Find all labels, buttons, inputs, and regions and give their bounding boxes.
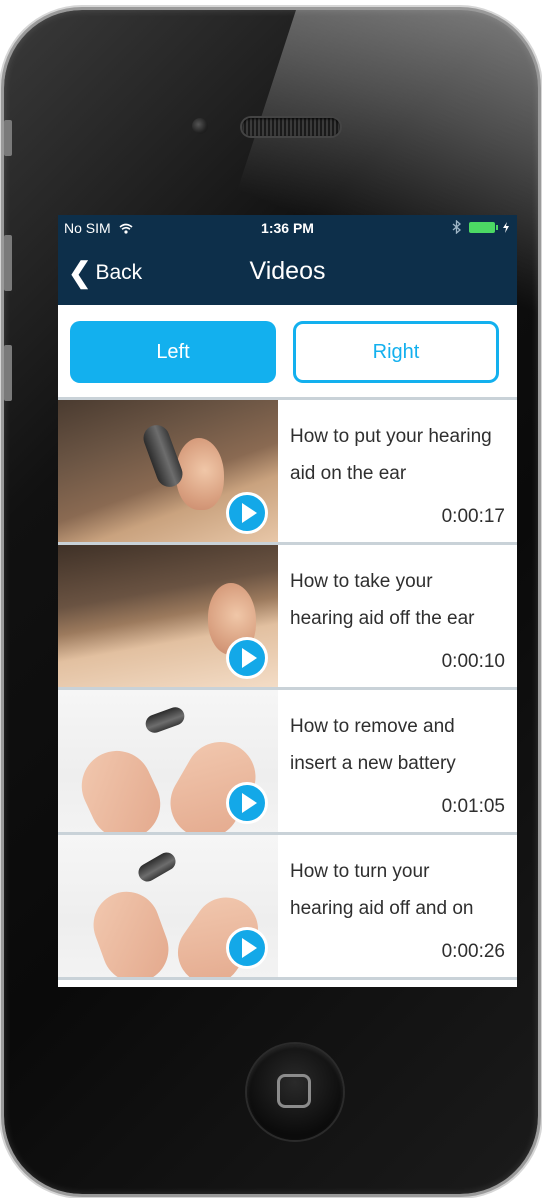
play-icon[interactable] <box>226 492 268 534</box>
video-title: How to turn your hearing aid off and on <box>290 861 474 919</box>
front-camera <box>192 118 208 134</box>
status-time: 1:36 PM <box>261 220 314 236</box>
video-thumbnail[interactable] <box>58 400 278 542</box>
app-screen: No SIM 1:36 PM ❮ Back Videos Left Right … <box>58 215 517 987</box>
home-square-icon <box>277 1074 311 1108</box>
page-title: Videos <box>249 257 326 285</box>
video-row[interactable]: How to remove and insert a new battery 0… <box>58 690 517 835</box>
battery-icon <box>469 221 498 233</box>
video-info: How to turn your hearing aid off and on … <box>278 835 517 977</box>
video-row[interactable]: How to turn your hearing aid off and on … <box>58 835 517 980</box>
video-info: How to put your hearing aid on the ear 0… <box>278 400 517 542</box>
video-title: How to put your hearing aid on the ear <box>290 426 492 484</box>
video-info: How to take your hearing aid off the ear… <box>278 545 517 687</box>
video-title: How to take your hearing aid off the ear <box>290 571 475 629</box>
hearing-aid-shape <box>135 849 179 885</box>
play-icon[interactable] <box>226 637 268 679</box>
charging-icon <box>503 221 509 233</box>
video-duration: 0:00:26 <box>441 941 505 962</box>
hand-shape <box>70 739 172 832</box>
video-list: How to put your hearing aid on the ear 0… <box>58 397 517 980</box>
video-thumbnail[interactable] <box>58 690 278 832</box>
video-row[interactable]: How to take your hearing aid off the ear… <box>58 545 517 690</box>
nav-bar: ❮ Back Videos <box>58 241 517 305</box>
ear-shape <box>176 438 224 510</box>
home-button[interactable] <box>247 1044 343 1140</box>
video-row[interactable]: How to put your hearing aid on the ear 0… <box>58 400 517 545</box>
video-title: How to remove and insert a new battery <box>290 716 456 774</box>
play-icon[interactable] <box>226 782 268 824</box>
status-bar: No SIM 1:36 PM <box>58 215 517 241</box>
hearing-aid-shape <box>143 704 187 736</box>
bluetooth-icon <box>452 220 461 234</box>
status-right <box>452 220 509 234</box>
video-duration: 0:00:10 <box>441 651 505 672</box>
video-duration: 0:01:05 <box>441 796 505 817</box>
ear-selector: Left Right <box>58 305 517 397</box>
play-icon[interactable] <box>226 927 268 969</box>
earpiece-speaker <box>242 118 340 136</box>
volume-down-button <box>4 345 12 401</box>
segment-right-button[interactable]: Right <box>293 321 499 383</box>
video-info: How to remove and insert a new battery 0… <box>278 690 517 832</box>
segment-left-button[interactable]: Left <box>70 321 276 383</box>
video-thumbnail[interactable] <box>58 835 278 977</box>
hand-shape <box>84 882 178 977</box>
video-thumbnail[interactable] <box>58 545 278 687</box>
mute-switch <box>4 120 12 156</box>
video-duration: 0:00:17 <box>441 506 505 527</box>
volume-up-button <box>4 235 12 291</box>
stage: No SIM 1:36 PM ❮ Back Videos Left Right … <box>0 0 542 1198</box>
